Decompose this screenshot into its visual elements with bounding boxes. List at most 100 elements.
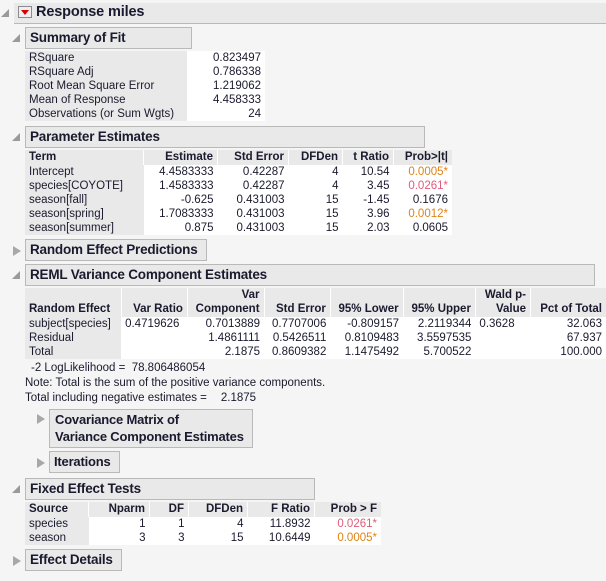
response-disclosure-triangle-icon[interactable] (0, 8, 11, 19)
covariance-matrix-disclosure-triangle-icon[interactable] (35, 413, 46, 424)
reml-std-error: 0.5426511 (264, 331, 331, 345)
reml-pct: 67.937 (530, 331, 606, 345)
pe-term: species[COYOTE] (25, 179, 144, 193)
reml-wald (475, 345, 531, 359)
pe-term: season[spring] (25, 207, 144, 221)
response-outline-row[interactable]: Response miles (0, 0, 606, 24)
random-effect-predictions-outline-row[interactable]: Random Effect Predictions (11, 239, 606, 261)
pe-t-ratio: 2.03 (342, 221, 394, 235)
reml-effect: Residual (25, 331, 122, 345)
col-fet-dfden: DFDen (188, 502, 248, 517)
parameter-estimates-disclosure-triangle-icon[interactable] (11, 132, 22, 143)
pe-prob: 0.0261* (393, 179, 452, 193)
table-row: season[fall] -0.625 0.431003 15 -1.45 0.… (25, 193, 452, 207)
iterations-disclosure-triangle-icon[interactable] (35, 457, 46, 468)
total-including-negative-label: Total including negative estimates = (25, 392, 211, 404)
summary-value: 1.219062 (187, 79, 265, 93)
iterations-title: Iterations (49, 451, 120, 473)
pe-dfden: 4 (288, 179, 343, 193)
col-wald-p-value: Wald p- Value (475, 288, 532, 317)
col-nparm: Nparm (88, 502, 150, 517)
pe-prob: 0.1676 (393, 193, 452, 207)
summary-label: Mean of Response (25, 93, 187, 107)
col-wald-line1: Wald p- (484, 289, 527, 301)
table-header-row: Term Estimate Std Error DFDen t Ratio Pr… (25, 150, 452, 165)
effect-details-outline-row[interactable]: Effect Details (11, 549, 606, 571)
summary-label: Observations (or Sum Wgts) (25, 107, 187, 121)
reml-table: Random Effect Var Ratio Var Component St… (25, 288, 606, 359)
summary-label: RSquare Adj (25, 65, 187, 79)
pe-dfden: 4 (288, 165, 343, 179)
total-including-negative-value: 2.1875 (220, 392, 257, 404)
covariance-matrix-title: Covariance Matrix of Variance Component … (49, 409, 253, 448)
covariance-matrix-outline-row[interactable]: Covariance Matrix of Variance Component … (35, 409, 606, 448)
pe-dfden: 15 (288, 193, 343, 207)
pe-std-error: 0.42287 (217, 165, 289, 179)
random-effect-predictions-title: Random Effect Predictions (25, 239, 207, 261)
table-row: Total 2.1875 0.8609382 1.1475492 5.70052… (25, 345, 606, 359)
reml-note-text: Note: Total is the sum of the positive v… (25, 377, 326, 389)
reml-disclosure-triangle-icon[interactable] (11, 270, 22, 281)
pe-estimate: -0.625 (143, 193, 218, 207)
fet-source: species (25, 517, 89, 531)
reml-var-ratio (121, 331, 188, 345)
reml-outline-row[interactable]: REML Variance Component Estimates (11, 264, 606, 286)
pe-prob: 0.0012* (393, 207, 452, 221)
pe-t-ratio: 10.54 (342, 165, 394, 179)
fixed-effect-tests-outline-row[interactable]: Fixed Effect Tests (11, 478, 606, 500)
effect-details-disclosure-triangle-icon[interactable] (11, 555, 22, 566)
table-row: Observations (or Sum Wgts) 24 (25, 107, 265, 121)
reml-pct: 32.063 (530, 317, 606, 331)
pe-std-error: 0.431003 (217, 207, 289, 221)
fet-f-ratio: 11.8932 (247, 517, 315, 531)
parameter-estimates-section: Parameter Estimates Term Estimate Std Er… (11, 126, 606, 235)
table-row: season[summer] 0.875 0.431003 15 2.03 0.… (25, 221, 452, 235)
col-wald-line2: Value (495, 303, 527, 315)
reml-section: REML Variance Component Estimates Random… (11, 264, 606, 473)
col-upper-label: 95% Upper (411, 303, 471, 315)
col-var-component-line2: Component (195, 303, 260, 315)
table-row: RSquare Adj 0.786338 (25, 65, 265, 79)
table-header-row: Source Nparm DF DFDen F Ratio Prob > F (25, 502, 381, 517)
fet-df: 1 (149, 517, 189, 531)
jmp-report-page: Response miles Summary of Fit RSquare 0.… (0, 0, 606, 581)
col-prob-f: Prob > F (314, 502, 381, 517)
col-reml-std-error: Std Error (264, 288, 331, 317)
summary-of-fit-section: Summary of Fit RSquare 0.823497 RSquare … (11, 27, 606, 121)
col-df: DF (149, 502, 189, 517)
reml-std-error: 0.8609382 (264, 345, 331, 359)
iterations-outline-row[interactable]: Iterations (35, 451, 606, 473)
pe-std-error: 0.431003 (217, 221, 289, 235)
reml-std-error: 0.7707006 (264, 317, 331, 331)
col-dfden: DFDen (288, 150, 343, 165)
pe-term: season[fall] (25, 193, 144, 207)
summary-value: 4.458333 (187, 93, 265, 107)
fixed-effect-tests-section: Fixed Effect Tests Source Nparm DF DFDen… (11, 478, 606, 545)
reml-effect: Total (25, 345, 122, 359)
pe-term: Intercept (25, 165, 144, 179)
summary-of-fit-title: Summary of Fit (25, 27, 192, 49)
reml-var-component: 2.1875 (187, 345, 265, 359)
summary-label: RSquare (25, 51, 187, 65)
col-var-ratio-label: Var Ratio (133, 303, 183, 315)
summary-of-fit-disclosure-triangle-icon[interactable] (11, 33, 22, 44)
reml-pct: 100.000 (530, 345, 606, 359)
reml-var-component: 0.7013889 (187, 317, 265, 331)
reml-title: REML Variance Component Estimates (25, 264, 595, 286)
col-source: Source (25, 502, 89, 517)
table-row: Residual 1.4861111 0.5426511 0.8109483 3… (25, 331, 606, 345)
fixed-effect-tests-disclosure-triangle-icon[interactable] (11, 484, 22, 495)
parameter-estimates-outline-row[interactable]: Parameter Estimates (11, 126, 606, 148)
table-row: RSquare 0.823497 (25, 51, 265, 65)
red-triangle-menu-icon[interactable] (18, 6, 32, 19)
fixed-effect-tests-title: Fixed Effect Tests (25, 478, 315, 500)
col-f-ratio: F Ratio (247, 502, 315, 517)
table-header-row: Random Effect Var Ratio Var Component St… (25, 288, 606, 317)
fet-source: season (25, 531, 89, 545)
summary-of-fit-outline-row[interactable]: Summary of Fit (11, 27, 606, 49)
random-effect-predictions-disclosure-triangle-icon[interactable] (11, 245, 22, 256)
